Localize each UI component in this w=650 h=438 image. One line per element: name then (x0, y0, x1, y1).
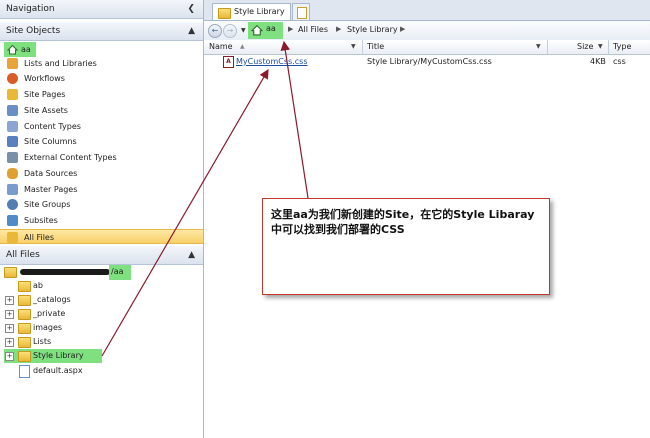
annotation-callout: 这里aa为我们新创建的Site，在它的Style Libaray中可以找到我们部… (262, 198, 550, 295)
arrow-to-file (101, 68, 269, 357)
arrow-to-breadcrumb-site (280, 40, 309, 199)
callout-text: 这里aa为我们新创建的Site，在它的Style Libaray中可以找到我们部… (271, 208, 535, 236)
